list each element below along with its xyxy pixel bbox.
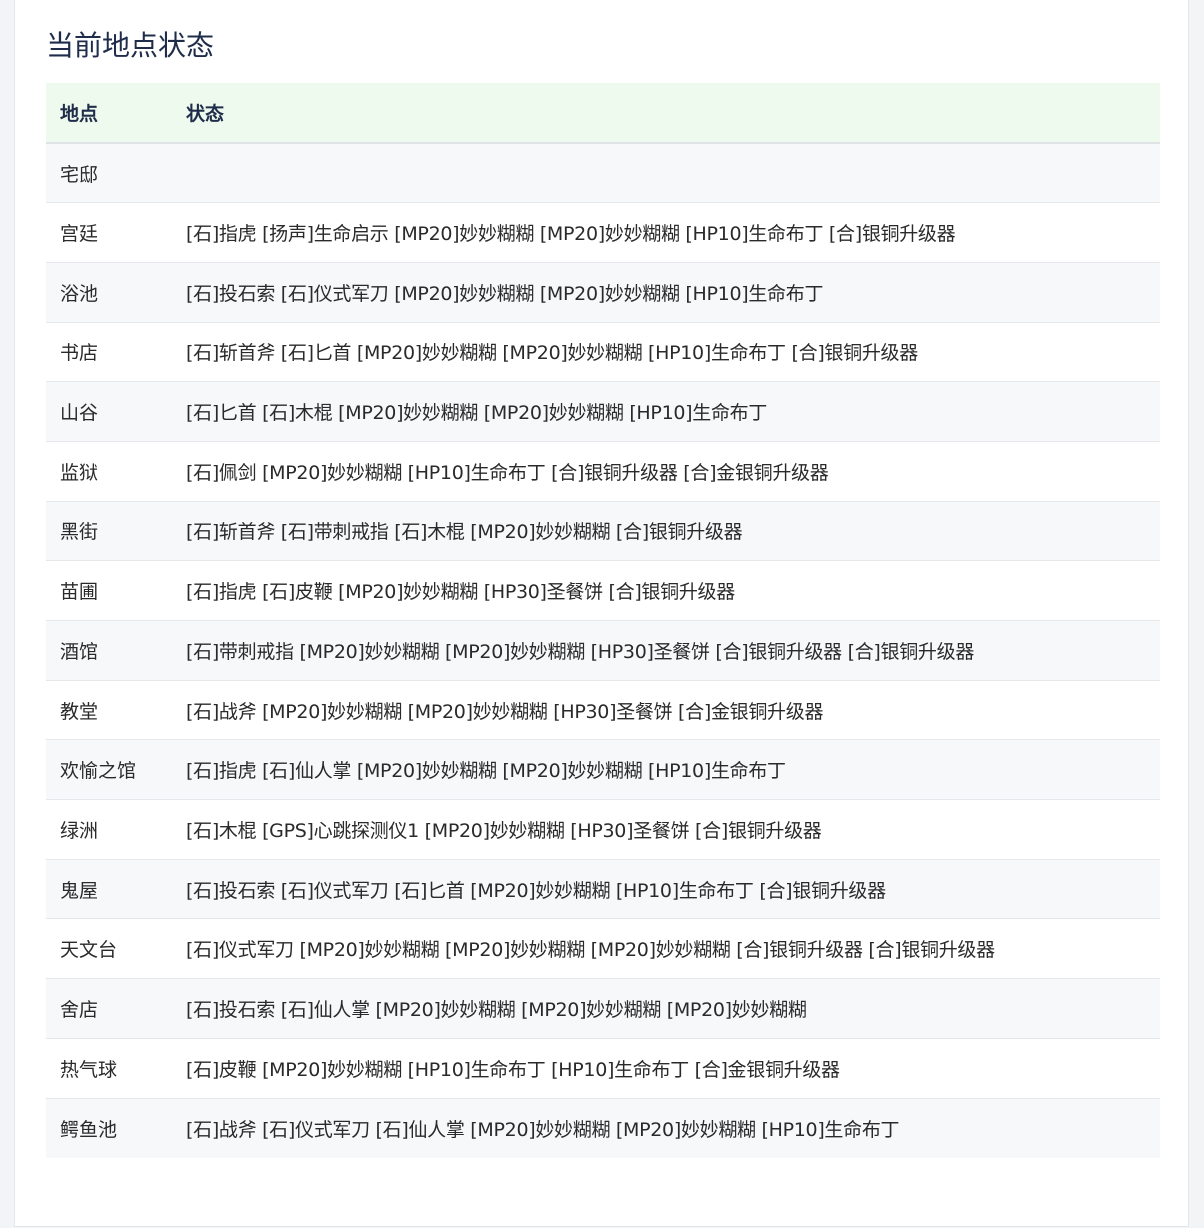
table-row: 鬼屋 [石]投石索 [石]仪式军刀 [石]匕首 [MP20]妙妙糊糊 [HP10… — [46, 859, 1160, 920]
table-header-row: 地点 状态 — [46, 83, 1160, 144]
location-cell: 酒馆 — [46, 620, 172, 681]
table-row: 教堂 [石]战斧 [MP20]妙妙糊糊 [MP20]妙妙糊糊 [HP30]圣餐饼… — [46, 680, 1160, 741]
location-cell: 天文台 — [46, 918, 172, 980]
location-cell: 宅邸 — [46, 143, 172, 204]
status-cell: [石]投石索 [石]仙人掌 [MP20]妙妙糊糊 [MP20]妙妙糊糊 [MP2… — [172, 978, 1160, 1039]
location-cell: 热气球 — [46, 1038, 172, 1099]
location-cell: 舍店 — [46, 978, 172, 1039]
table-row: 绿洲 [石]木棍 [GPS]心跳探测仪1 [MP20]妙妙糊糊 [HP30]圣餐… — [46, 799, 1160, 860]
table-row: 书店 [石]斩首斧 [石]匕首 [MP20]妙妙糊糊 [MP20]妙妙糊糊 [H… — [46, 322, 1160, 383]
page-title: 当前地点状态 — [46, 29, 215, 62]
table-row: 黑街 [石]斩首斧 [石]带刺戒指 [石]木棍 [MP20]妙妙糊糊 [合]银铜… — [46, 501, 1160, 562]
table-row: 热气球 [石]皮鞭 [MP20]妙妙糊糊 [HP10]生命布丁 [HP10]生命… — [46, 1038, 1160, 1099]
status-cell: [石]指虎 [扬声]生命启示 [MP20]妙妙糊糊 [MP20]妙妙糊糊 [HP… — [172, 202, 1160, 263]
status-cell: [石]战斧 [石]仪式军刀 [石]仙人掌 [MP20]妙妙糊糊 [MP20]妙妙… — [172, 1098, 1160, 1158]
location-cell: 宫廷 — [46, 202, 172, 263]
status-cell: [石]指虎 [石]仙人掌 [MP20]妙妙糊糊 [MP20]妙妙糊糊 [HP10… — [172, 739, 1160, 801]
status-cell: [石]带刺戒指 [MP20]妙妙糊糊 [MP20]妙妙糊糊 [HP30]圣餐饼 … — [172, 620, 1160, 681]
location-cell: 监狱 — [46, 441, 172, 502]
location-cell: 鬼屋 — [46, 859, 172, 920]
column-header-location: 地点 — [46, 83, 172, 144]
table-row: 酒馆 [石]带刺戒指 [MP20]妙妙糊糊 [MP20]妙妙糊糊 [HP30]圣… — [46, 620, 1160, 681]
table-row: 宫廷 [石]指虎 [扬声]生命启示 [MP20]妙妙糊糊 [MP20]妙妙糊糊 … — [46, 202, 1160, 263]
table-row: 监狱 [石]佩剑 [MP20]妙妙糊糊 [HP10]生命布丁 [合]银铜升级器 … — [46, 441, 1160, 502]
status-cell: [石]斩首斧 [石]带刺戒指 [石]木棍 [MP20]妙妙糊糊 [合]银铜升级器 — [172, 501, 1160, 562]
location-cell: 山谷 — [46, 381, 172, 442]
status-cell: [石]匕首 [石]木棍 [MP20]妙妙糊糊 [MP20]妙妙糊糊 [HP10]… — [172, 381, 1160, 442]
location-cell: 教堂 — [46, 680, 172, 741]
status-cell: [石]皮鞭 [MP20]妙妙糊糊 [HP10]生命布丁 [HP10]生命布丁 [… — [172, 1038, 1160, 1099]
location-status-table: 地点 状态 宅邸 宫廷 [石]指虎 [扬声]生命启示 [MP20]妙妙糊糊 [M… — [46, 83, 1160, 1158]
location-status-card: 当前地点状态 地点 状态 宅邸 宫廷 [石]指虎 [扬声]生命启示 [MP20]… — [14, 0, 1189, 1227]
location-cell: 黑街 — [46, 501, 172, 562]
location-cell: 绿洲 — [46, 799, 172, 860]
table-row: 宅邸 — [46, 143, 1160, 204]
status-cell: [石]斩首斧 [石]匕首 [MP20]妙妙糊糊 [MP20]妙妙糊糊 [HP10… — [172, 322, 1160, 383]
location-cell: 浴池 — [46, 262, 172, 323]
location-cell: 苗圃 — [46, 560, 172, 621]
table-row: 欢愉之馆 [石]指虎 [石]仙人掌 [MP20]妙妙糊糊 [MP20]妙妙糊糊 … — [46, 739, 1160, 801]
location-cell: 鳄鱼池 — [46, 1098, 172, 1158]
status-cell: [石]投石索 [石]仪式军刀 [石]匕首 [MP20]妙妙糊糊 [HP10]生命… — [172, 859, 1160, 920]
status-cell: [石]佩剑 [MP20]妙妙糊糊 [HP10]生命布丁 [合]银铜升级器 [合]… — [172, 441, 1160, 502]
status-cell — [172, 143, 1160, 204]
status-cell: [石]战斧 [MP20]妙妙糊糊 [MP20]妙妙糊糊 [HP30]圣餐饼 [合… — [172, 680, 1160, 741]
table-row: 天文台 [石]仪式军刀 [MP20]妙妙糊糊 [MP20]妙妙糊糊 [MP20]… — [46, 918, 1160, 980]
location-cell: 书店 — [46, 322, 172, 383]
table-row: 鳄鱼池 [石]战斧 [石]仪式军刀 [石]仙人掌 [MP20]妙妙糊糊 [MP2… — [46, 1098, 1160, 1158]
table-row: 山谷 [石]匕首 [石]木棍 [MP20]妙妙糊糊 [MP20]妙妙糊糊 [HP… — [46, 381, 1160, 442]
location-cell: 欢愉之馆 — [46, 739, 172, 801]
status-cell: [石]投石索 [石]仪式军刀 [MP20]妙妙糊糊 [MP20]妙妙糊糊 [HP… — [172, 262, 1160, 323]
status-cell: [石]木棍 [GPS]心跳探测仪1 [MP20]妙妙糊糊 [HP30]圣餐饼 [… — [172, 799, 1160, 860]
status-cell: [石]仪式军刀 [MP20]妙妙糊糊 [MP20]妙妙糊糊 [MP20]妙妙糊糊… — [172, 918, 1160, 980]
table-row: 浴池 [石]投石索 [石]仪式军刀 [MP20]妙妙糊糊 [MP20]妙妙糊糊 … — [46, 262, 1160, 323]
table-row: 舍店 [石]投石索 [石]仙人掌 [MP20]妙妙糊糊 [MP20]妙妙糊糊 [… — [46, 978, 1160, 1039]
status-cell: [石]指虎 [石]皮鞭 [MP20]妙妙糊糊 [HP30]圣餐饼 [合]银铜升级… — [172, 560, 1160, 621]
column-header-status: 状态 — [172, 83, 1160, 144]
table-row: 苗圃 [石]指虎 [石]皮鞭 [MP20]妙妙糊糊 [HP30]圣餐饼 [合]银… — [46, 560, 1160, 621]
